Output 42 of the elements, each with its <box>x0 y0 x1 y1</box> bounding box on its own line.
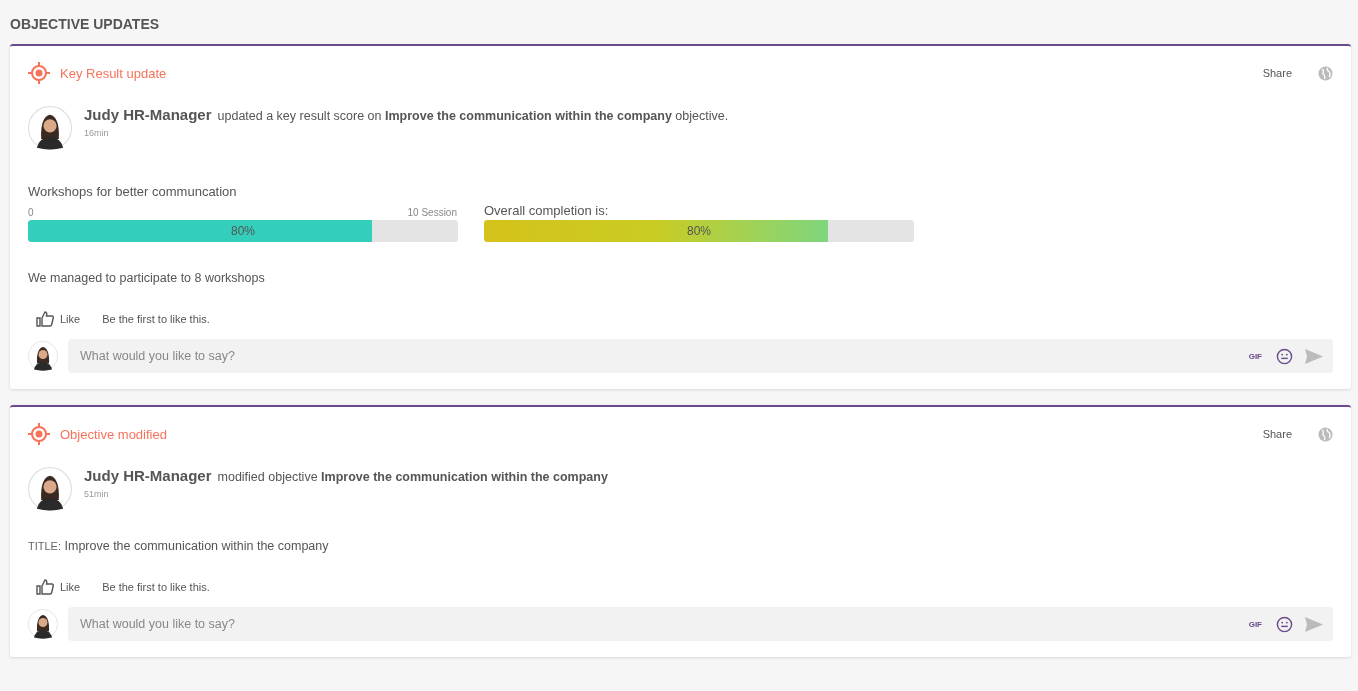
like-button[interactable]: Like <box>36 579 81 595</box>
comment-text: We managed to participate to 8 workshops <box>28 271 266 285</box>
range-max: 10 Session <box>407 207 457 218</box>
emoji-icon[interactable] <box>1276 347 1293 365</box>
field-label: TITLE: <box>28 540 61 552</box>
timestamp: 16min <box>84 128 110 138</box>
author-name[interactable]: Judy HR-Manager <box>84 106 212 123</box>
range-min: 0 <box>28 207 34 218</box>
emoji-icon[interactable] <box>1276 615 1293 633</box>
update-type: Key Result update <box>60 65 167 81</box>
avatar-icon <box>28 467 72 511</box>
comment-field[interactable]: What would you like to say? GIF <box>68 607 1333 641</box>
send-icon[interactable] <box>1305 348 1323 364</box>
like-button[interactable]: Like <box>36 311 81 327</box>
globe-icon[interactable] <box>1318 426 1333 442</box>
avatar-icon <box>28 341 58 371</box>
gif-button[interactable]: GIF <box>1248 351 1262 361</box>
timestamp: 51min <box>84 489 110 499</box>
comment-field[interactable]: What would you like to say? GIF <box>68 339 1333 373</box>
key-result-name: Workshops for better communcation <box>28 184 238 199</box>
overall-label: Overall completion is: <box>484 203 610 218</box>
avatar-icon <box>28 609 58 639</box>
author-name[interactable]: Judy HR-Manager <box>84 467 212 484</box>
gif-button[interactable]: GIF <box>1248 619 1262 629</box>
section-title: OBJECTIVE UPDATES <box>10 16 161 32</box>
avatar-icon <box>28 106 72 150</box>
share-button[interactable]: Share <box>1262 428 1292 440</box>
likes-text: Be the first to like this. <box>102 313 210 325</box>
target-icon <box>28 423 50 445</box>
progress-reading: 80% <box>231 224 255 238</box>
activity-text: modified objective Improve the communication within the company <box>217 470 608 484</box>
field-value: Improve the communication within the company <box>64 539 329 553</box>
likes-text: Be the first to like this. <box>102 581 210 593</box>
activity-text: updated a key result score on Improve the communication within the company objective. <box>217 109 729 123</box>
send-icon[interactable] <box>1305 616 1323 632</box>
share-button[interactable]: Share <box>1262 67 1292 79</box>
progress-reading: 80% <box>687 224 711 238</box>
thumbs-up-icon <box>36 579 54 595</box>
target-icon <box>28 62 50 84</box>
update-type: Objective modified <box>60 426 167 442</box>
globe-icon[interactable] <box>1318 65 1333 81</box>
thumbs-up-icon <box>36 311 54 327</box>
